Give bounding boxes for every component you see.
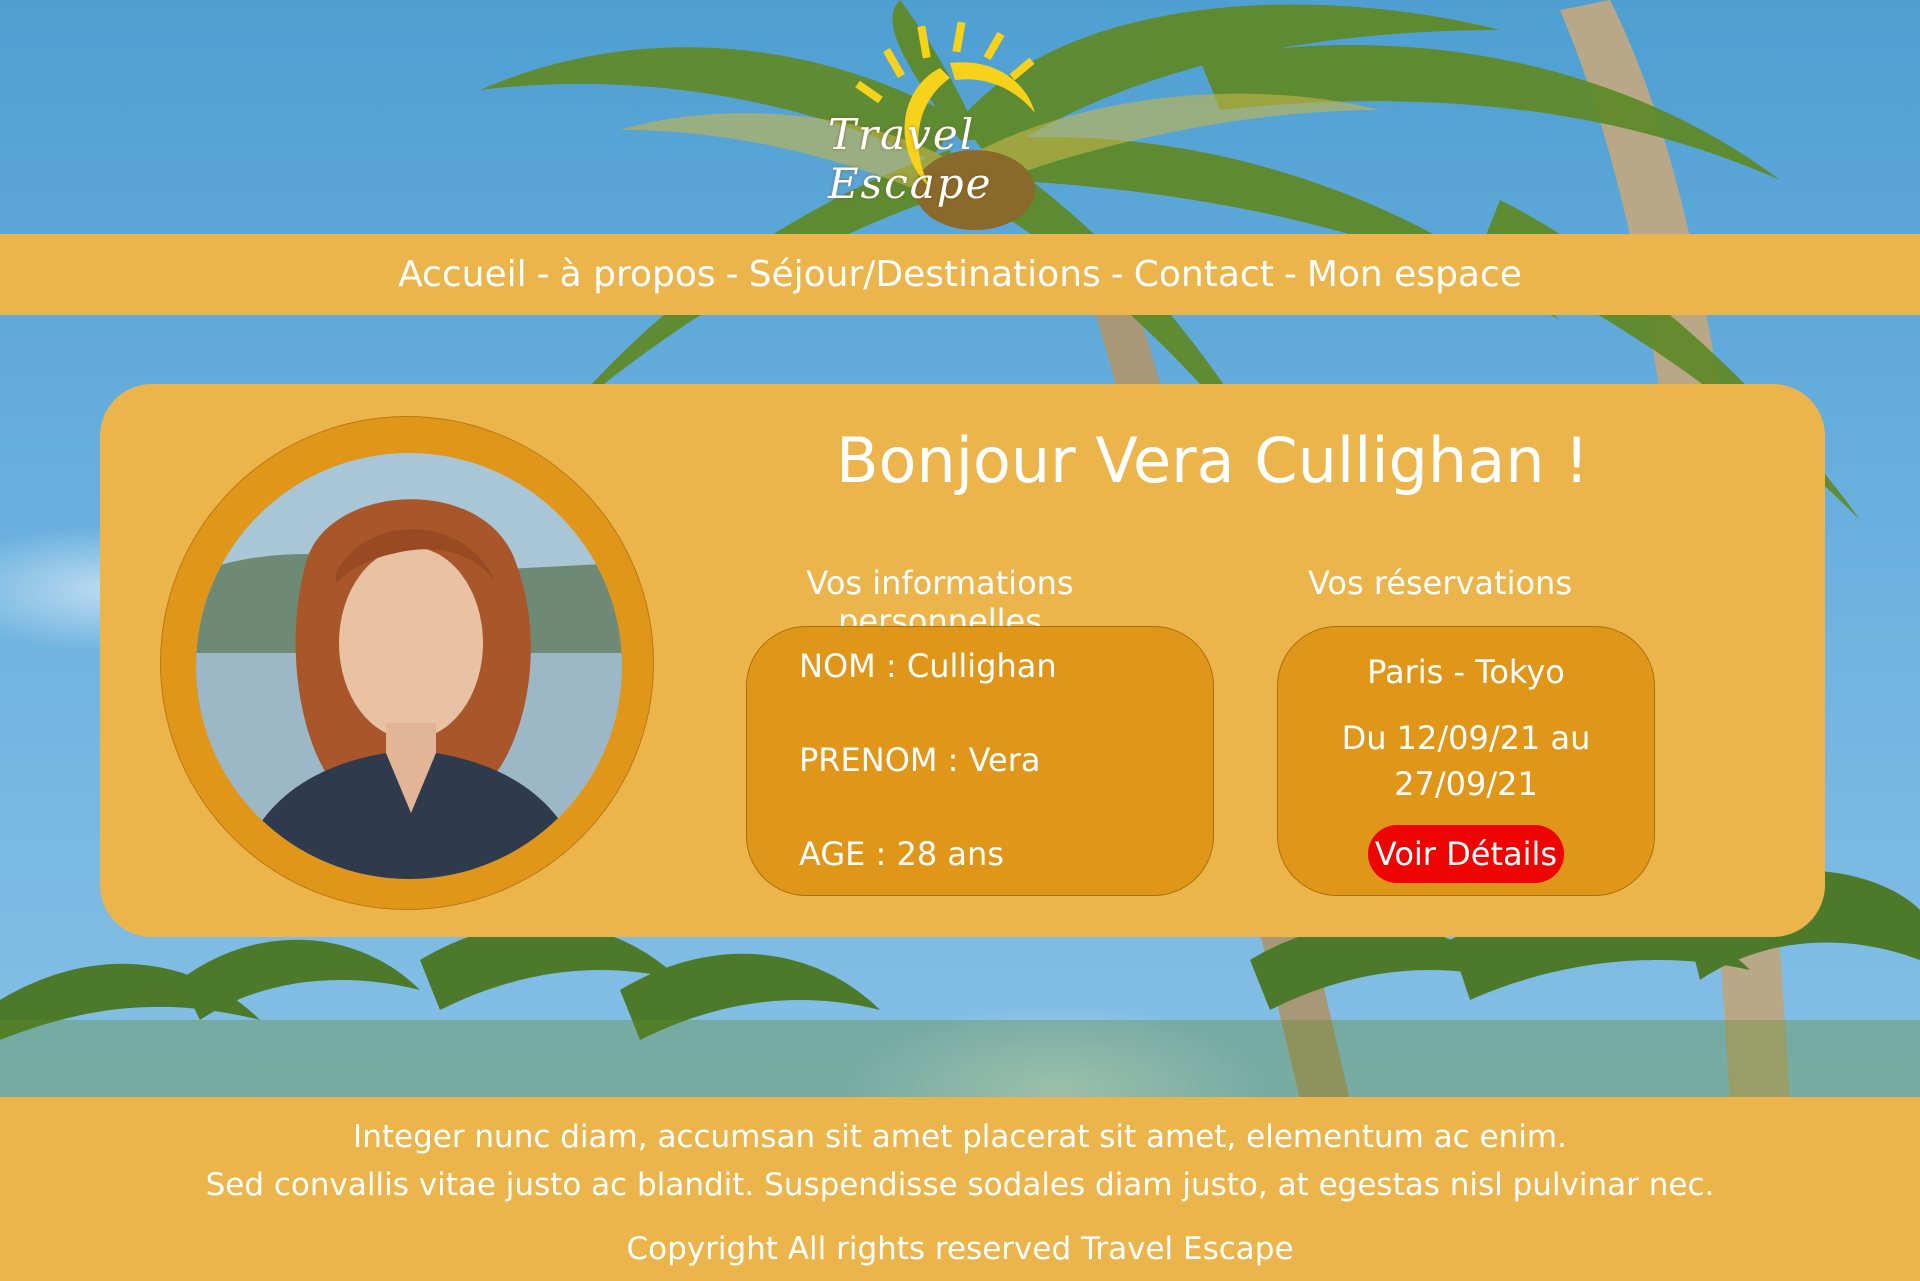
nav-item-a-propos[interactable]: à propos	[560, 254, 716, 295]
footer-text-line-2: Sed convallis vitae justo ac blandit. Su…	[205, 1167, 1715, 1203]
nav-separator: -	[536, 254, 550, 295]
last-name-field: NOM : Cullighan	[799, 647, 1057, 685]
reservations-title: Vos réservations	[1308, 564, 1572, 602]
view-details-button[interactable]: Voir Détails	[1368, 825, 1564, 883]
nav-item-mon-espace[interactable]: Mon espace	[1307, 254, 1522, 295]
nav-item-accueil[interactable]: Accueil	[398, 254, 527, 295]
brand-name: Travel Escape	[828, 110, 993, 208]
greeting-title: Bonjour Vera Cullighan !	[835, 424, 1590, 497]
avatar	[196, 453, 622, 879]
footer-copyright: Copyright All rights reserved Travel Esc…	[626, 1231, 1294, 1267]
reservation-box: Paris - Tokyo Du 12/09/21 au 27/09/21 Vo…	[1277, 626, 1655, 896]
nav-separator: -	[1110, 254, 1124, 295]
nav-item-contact[interactable]: Contact	[1134, 254, 1274, 295]
nav-separator: -	[725, 254, 739, 295]
main-nav: Accueil - à propos - Séjour/Destinations…	[0, 234, 1920, 315]
reservation-dates: Du 12/09/21 au 27/09/21	[1341, 719, 1591, 803]
profile-card: Bonjour Vera Cullighan ! Vos information…	[100, 384, 1825, 937]
personal-info-box: NOM : Cullighan PRENOM : Vera AGE : 28 a…	[746, 626, 1214, 896]
reservation-route: Paris - Tokyo	[1367, 653, 1565, 691]
logo[interactable]: Travel Escape	[790, 18, 1130, 218]
footer-text-line-1: Integer nunc diam, accumsan sit amet pla…	[353, 1119, 1567, 1155]
profile-photo-icon	[196, 453, 622, 879]
footer: Integer nunc diam, accumsan sit amet pla…	[0, 1097, 1920, 1281]
age-field: AGE : 28 ans	[799, 835, 1004, 873]
nav-item-sejour-destinations[interactable]: Séjour/Destinations	[749, 254, 1101, 295]
first-name-field: PRENOM : Vera	[799, 741, 1041, 779]
nav-separator: -	[1283, 254, 1297, 295]
